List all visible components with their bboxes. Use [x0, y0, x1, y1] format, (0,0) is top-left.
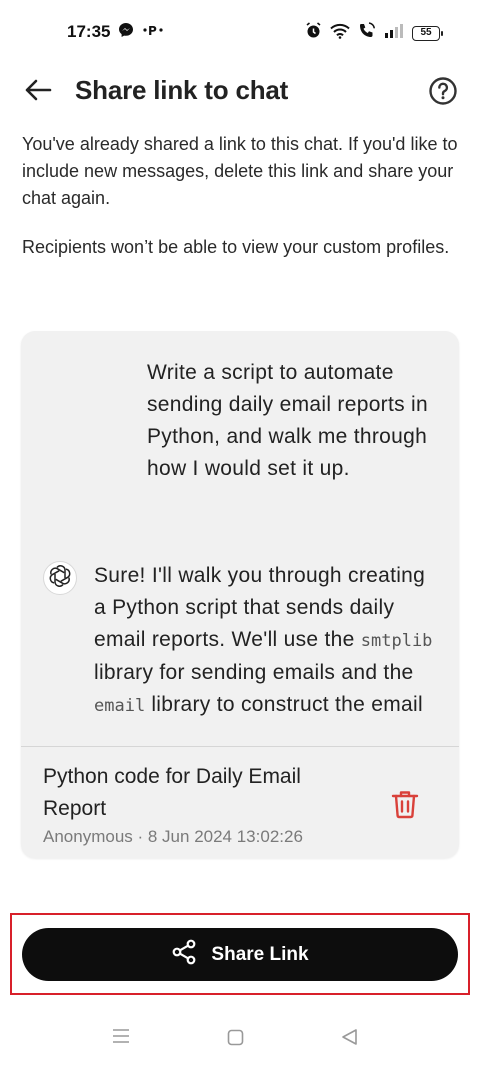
home-button[interactable]	[227, 1029, 244, 1051]
system-nav-bar	[0, 1010, 480, 1067]
already-shared-notice: You've already shared a link to this cha…	[22, 134, 458, 208]
back-button[interactable]	[20, 74, 56, 110]
chat-preview-card: Write a script to automate sending daily…	[21, 331, 459, 858]
recipients-notice: Recipients won’t be able to view your cu…	[22, 237, 450, 257]
nav-back-button[interactable]	[341, 1028, 358, 1051]
svg-text:P: P	[148, 24, 157, 37]
share-link-button[interactable]: Share Link	[22, 928, 458, 981]
trash-icon	[391, 791, 419, 823]
chat-meta: Anonymous · 8 Jun 2024 13:02:26	[43, 827, 303, 846]
inline-code: smtplib	[360, 631, 433, 651]
delete-link-button[interactable]	[391, 789, 419, 819]
alarm-icon	[305, 22, 322, 44]
inline-code: email	[94, 696, 146, 716]
page-title: Share link to chat	[75, 75, 289, 105]
user-message: Write a script to automate sending daily…	[147, 361, 428, 480]
share-icon	[171, 939, 197, 970]
messenger-icon	[118, 22, 134, 43]
status-time: 17:35	[67, 22, 111, 41]
shared-link-info: Python code for Daily Email Report Anony…	[21, 746, 459, 858]
question-circle-icon	[428, 77, 458, 110]
chat-title: Python code for Daily Email Report	[43, 765, 301, 820]
signal-icon	[384, 23, 404, 43]
status-bar: 17:35 P 55	[0, 0, 480, 64]
assistant-avatar	[43, 561, 77, 595]
recents-button[interactable]	[112, 1028, 130, 1049]
app-header: Share link to chat	[0, 64, 480, 120]
arrow-left-icon	[24, 78, 52, 107]
battery-icon: 55	[412, 25, 443, 41]
pinterest-icon: P	[142, 23, 164, 42]
help-button[interactable]	[428, 76, 458, 106]
openai-logo-icon	[48, 564, 72, 593]
assistant-message: Sure! I'll walk you through creating a P…	[94, 564, 433, 716]
call-icon	[358, 22, 376, 44]
share-link-label: Share Link	[211, 943, 309, 965]
wifi-icon	[330, 23, 350, 44]
